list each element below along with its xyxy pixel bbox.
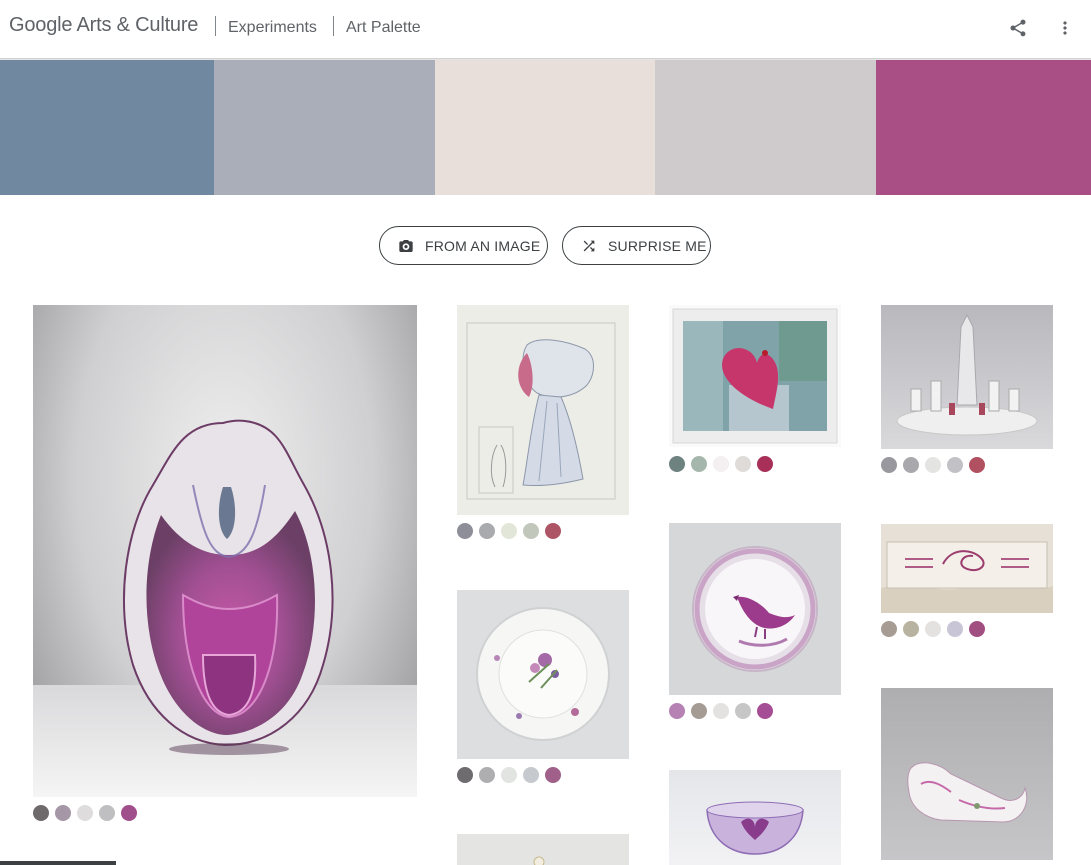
more-vert-icon[interactable]: [1052, 15, 1078, 41]
palette-dot[interactable]: [881, 621, 897, 637]
palette-swatch[interactable]: [214, 60, 435, 195]
breadcrumb-art-palette[interactable]: Art Palette: [346, 19, 421, 37]
palette-dot[interactable]: [713, 456, 729, 472]
palette-dot[interactable]: [669, 456, 685, 472]
breadcrumb-experiments[interactable]: Experiments: [228, 19, 317, 37]
breadcrumb-separator: [215, 16, 216, 36]
palette-dot[interactable]: [669, 703, 685, 719]
palette-swatch[interactable]: [876, 60, 1091, 195]
artwork-porcelain-sleigh[interactable]: [881, 688, 1053, 860]
shuffle-icon: [581, 238, 597, 254]
artwork-partial-artwork[interactable]: [457, 834, 629, 865]
artwork-palette-dots: [669, 456, 773, 472]
palette-dot[interactable]: [457, 523, 473, 539]
palette-dot[interactable]: [757, 703, 773, 719]
palette-dot[interactable]: [479, 767, 495, 783]
palette-dot[interactable]: [947, 621, 963, 637]
palette-dot[interactable]: [691, 456, 707, 472]
palette-dot[interactable]: [501, 523, 517, 539]
artwork-palette-dots: [457, 767, 561, 783]
palette-dot[interactable]: [99, 805, 115, 821]
palette-dot[interactable]: [925, 457, 941, 473]
from-an-image-label: FROM AN IMAGE: [425, 237, 541, 254]
palette-dot[interactable]: [523, 767, 539, 783]
artwork-fabric-label[interactable]: [881, 524, 1053, 613]
palette-dot[interactable]: [735, 703, 751, 719]
artwork-floral-plate[interactable]: [457, 590, 629, 759]
palette-dot[interactable]: [501, 767, 517, 783]
palette-swatch[interactable]: [655, 60, 876, 195]
palette-dot[interactable]: [523, 523, 539, 539]
palette-dot[interactable]: [903, 621, 919, 637]
palette-dot[interactable]: [881, 457, 897, 473]
palette-dot[interactable]: [121, 805, 137, 821]
artwork-bird-bowl[interactable]: [669, 523, 841, 695]
artwork-crystal-castle[interactable]: [881, 305, 1053, 449]
palette-dot[interactable]: [947, 457, 963, 473]
app-header: Google Arts & Culture Experiments Art Pa…: [0, 0, 1091, 58]
artwork-palette-dots: [457, 523, 561, 539]
camera-icon: [398, 238, 414, 254]
palette-dot[interactable]: [735, 456, 751, 472]
palette-dot[interactable]: [713, 703, 729, 719]
surprise-me-button[interactable]: SURPRISE ME: [562, 226, 711, 265]
palette-dot[interactable]: [757, 456, 773, 472]
artwork-palette-dots: [669, 703, 773, 719]
google-arts-culture-logo[interactable]: Google Arts & Culture: [9, 14, 198, 37]
palette-dot[interactable]: [691, 703, 707, 719]
artwork-glass-sculpture[interactable]: [33, 305, 417, 797]
palette-dot[interactable]: [925, 621, 941, 637]
palette-dot[interactable]: [545, 523, 561, 539]
palette-dot[interactable]: [457, 767, 473, 783]
surprise-me-label: SURPRISE ME: [608, 237, 707, 254]
palette-dot[interactable]: [545, 767, 561, 783]
palette-dot[interactable]: [55, 805, 71, 821]
from-an-image-button[interactable]: FROM AN IMAGE: [379, 226, 548, 265]
breadcrumb-separator: [333, 16, 334, 36]
palette-dot[interactable]: [903, 457, 919, 473]
palette-dot[interactable]: [969, 621, 985, 637]
scroll-indicator: [0, 861, 116, 865]
palette-swatch[interactable]: [0, 60, 214, 195]
artwork-heart-collage[interactable]: [669, 305, 841, 447]
palette-dot[interactable]: [969, 457, 985, 473]
artwork-palette-dots: [881, 621, 985, 637]
palette-dot[interactable]: [77, 805, 93, 821]
artwork-palette-dots: [33, 805, 137, 821]
palette-dot[interactable]: [33, 805, 49, 821]
palette-swatch[interactable]: [435, 60, 655, 195]
palette-dot[interactable]: [479, 523, 495, 539]
artwork-violet-bowl[interactable]: [669, 770, 841, 865]
artwork-bonnet-drawing[interactable]: [457, 305, 629, 515]
artwork-palette-dots: [881, 457, 985, 473]
share-icon[interactable]: [1005, 15, 1031, 41]
color-palette: [0, 60, 1091, 195]
